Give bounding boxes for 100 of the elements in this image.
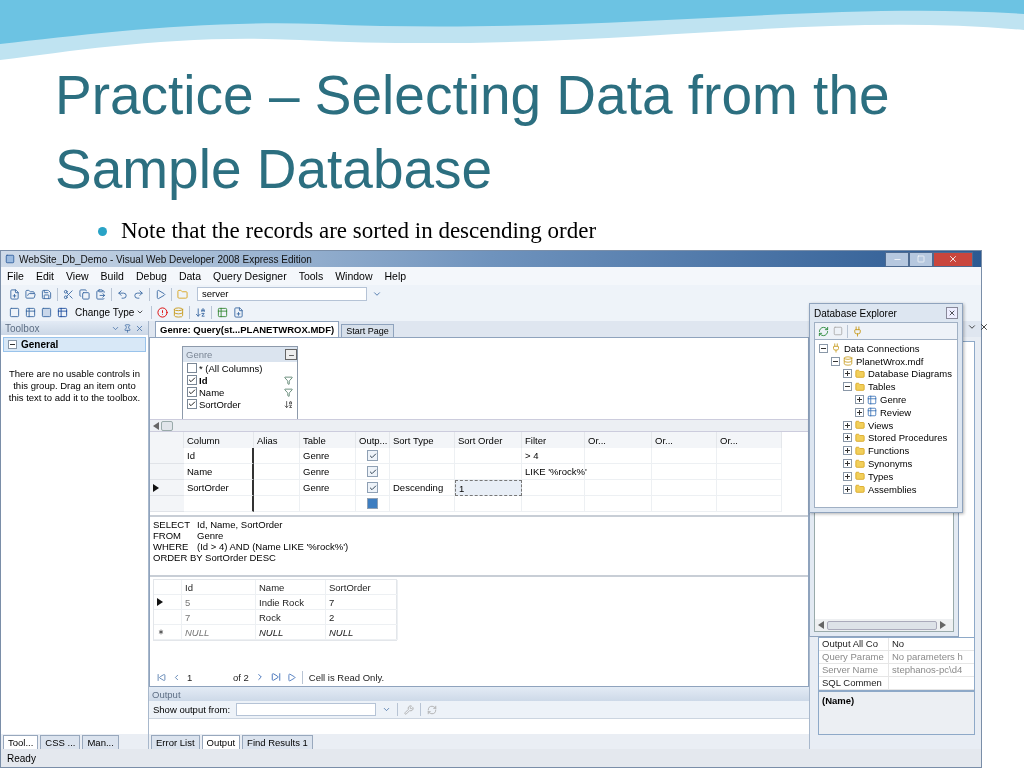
grid-cell[interactable]: LIKE '%rock%' [522,464,585,480]
undo-icon[interactable] [117,288,128,300]
save-icon[interactable] [41,288,52,300]
right-arrow-icon[interactable] [940,621,946,629]
panel-tab[interactable]: Output [201,735,241,749]
copy-icon[interactable] [79,288,90,300]
sql-pane[interactable]: SELECT Id, Name, SortOrder FROM Genre WHERE (Id > 4) AND (Name LIKE '%rock%') ORDER BY SortOrder DESC [150,517,808,577]
expand-icon[interactable] [843,420,852,430]
collapse-icon[interactable] [819,343,828,353]
tree-item[interactable]: Functions [868,445,910,457]
collapse-icon[interactable] [8,340,17,349]
panel-tab[interactable]: Man... [82,735,119,749]
panel-tab[interactable]: Tool... [3,735,39,749]
left-arrow-icon[interactable] [818,621,824,629]
new-file-icon[interactable] [9,288,20,300]
minimize-button[interactable] [885,251,909,267]
menu-item[interactable]: Edit [35,270,54,282]
panel-tab[interactable]: Find Results 1 [242,735,313,749]
collapse-icon[interactable] [831,356,840,366]
row-selector[interactable] [154,595,182,610]
grid-cell[interactable]: Name [184,464,254,480]
grid-cell[interactable]: SortOrder [184,480,254,496]
panel-tab[interactable]: Error List [151,735,200,749]
dropdown-icon[interactable] [382,705,392,714]
tree-item[interactable]: Assemblies [868,483,917,495]
pin-icon[interactable] [123,323,132,333]
plug-icon[interactable] [852,325,863,337]
play-icon[interactable] [155,288,166,300]
left-arrow-icon[interactable] [153,421,159,430]
refresh-icon[interactable] [818,325,829,337]
grid-cell[interactable]: Id [184,448,254,464]
row-selector[interactable] [150,480,184,496]
expand-icon[interactable] [855,407,864,417]
tree-item[interactable]: Synonyms [868,458,913,470]
checkbox[interactable] [187,375,197,385]
tree-item[interactable]: Tables [868,381,896,393]
tree-item[interactable]: Review [880,406,912,418]
checkbox[interactable] [367,498,378,509]
redo-icon[interactable] [133,288,144,300]
maximize-button[interactable] [909,251,933,267]
sql-pane-icon[interactable] [41,306,52,318]
tree-item[interactable]: Types [868,470,894,482]
checkbox[interactable] [367,466,378,477]
menu-item[interactable]: Data [178,270,202,282]
expand-icon[interactable] [843,369,852,379]
refresh-icon[interactable] [427,704,438,715]
menu-item[interactable]: Window [335,270,373,282]
group-by-icon[interactable] [195,306,207,318]
checkbox[interactable] [187,387,197,397]
tree-item[interactable]: Database Diagrams [868,368,952,380]
collapse-icon[interactable] [843,382,852,392]
minimize-button[interactable] [285,349,297,360]
expand-icon[interactable] [843,484,852,494]
dropdown-icon[interactable] [967,322,977,332]
grid-cell[interactable]: Genre [300,480,356,496]
table-box[interactable]: Genre * (All Columns) Id Name SortOrder [182,346,298,419]
menu-item[interactable]: File [7,270,24,282]
add-table-icon[interactable] [217,306,229,318]
solution-combo[interactable]: server [197,287,367,301]
scroll-bar[interactable] [150,419,808,432]
menu-item[interactable]: Help [384,270,407,282]
results-pane-icon[interactable] [57,306,68,318]
scroll-bar[interactable] [815,619,953,631]
change-type-button[interactable]: Change Type [73,306,147,318]
tree-item[interactable]: Views [868,419,894,431]
grid-pane-icon[interactable] [25,306,36,318]
tree-item[interactable]: PlanetWrox.mdf [856,355,924,367]
checkbox[interactable] [187,363,197,373]
menu-item[interactable]: Tools [298,270,324,282]
open-folder-icon[interactable] [25,288,36,300]
close-icon[interactable] [979,322,989,332]
new-record-icon[interactable] [286,672,296,682]
tree-item[interactable]: Stored Procedures [868,432,948,444]
menu-item[interactable]: Build [100,270,124,282]
cut-icon[interactable] [63,288,74,300]
output-source-combo[interactable] [236,703,377,716]
tree-item[interactable]: Genre [880,394,907,406]
expand-icon[interactable] [843,446,852,456]
menu-item[interactable]: Debug [135,270,167,282]
grid-cell[interactable] [184,496,254,512]
diagram-pane-icon[interactable] [9,306,20,318]
document-tab[interactable]: Genre: Query(st...PLANETWROX.MDF) [155,321,340,337]
dropdown-icon[interactable] [372,289,382,299]
add-derived-table-icon[interactable] [233,306,245,318]
scroll-thumb[interactable] [161,420,173,431]
record-position[interactable]: 1 [187,671,227,683]
menu-item[interactable]: View [66,270,89,282]
last-record-icon[interactable] [270,672,281,682]
execute-icon[interactable] [157,306,169,318]
expand-icon[interactable] [855,395,864,405]
toolbox-group[interactable]: General [3,337,146,352]
verify-icon[interactable] [173,306,185,318]
checkbox[interactable] [367,450,378,461]
grid-cell[interactable]: 1 [455,480,522,496]
grid-cell[interactable]: Genre [300,448,356,464]
paste-icon[interactable] [95,288,106,300]
panel-tab[interactable]: CSS ... [40,735,81,749]
tree-item[interactable]: Data Connections [844,342,920,354]
document-tab[interactable]: Start Page [341,324,394,337]
close-button[interactable] [946,307,958,319]
